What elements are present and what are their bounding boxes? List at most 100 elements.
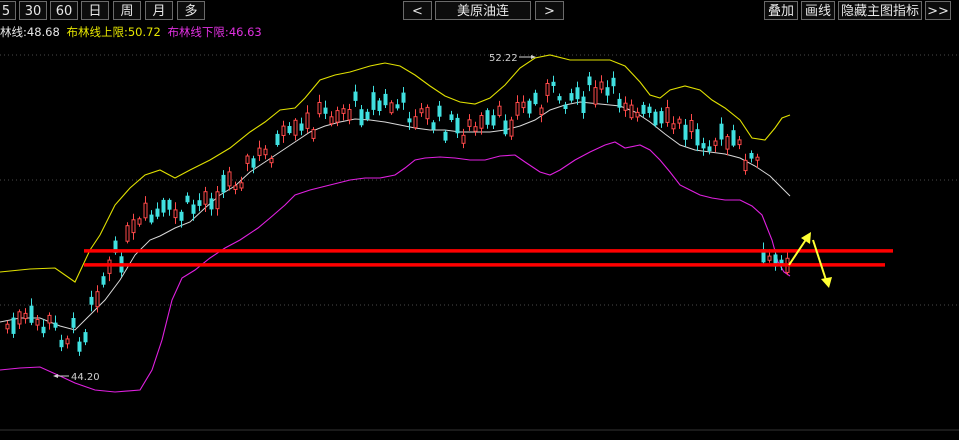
- candle-body: [377, 100, 382, 111]
- candle-body: [737, 139, 742, 146]
- candle-body: [137, 218, 142, 225]
- candle-body: [635, 111, 640, 118]
- candle-body: [455, 117, 460, 134]
- arrow-down-shaft: [812, 239, 827, 281]
- candle-body: [575, 87, 580, 100]
- candle-body: [101, 276, 106, 285]
- candle-body: [401, 92, 406, 103]
- candle-body: [161, 199, 166, 213]
- candle-body: [521, 101, 526, 109]
- candle-body: [353, 91, 358, 101]
- candle-body: [179, 211, 184, 221]
- chart-area: 52.22 44.20: [0, 0, 959, 436]
- low-price-label: 44.20: [71, 372, 100, 383]
- candle-body: [251, 158, 256, 168]
- candle-body: [497, 105, 502, 116]
- candle-body: [203, 191, 208, 205]
- candle-body: [197, 200, 202, 206]
- candle-body: [707, 146, 712, 152]
- candle-body: [143, 202, 148, 219]
- candlestick-chart: 52.22 44.20: [0, 53, 959, 431]
- candle-body: [479, 115, 484, 129]
- candle-body: [719, 123, 724, 140]
- candle-body: [473, 126, 478, 132]
- grid-lines: [0, 54, 959, 431]
- candle-body: [593, 87, 598, 105]
- candle-body: [305, 112, 310, 129]
- candle-body: [725, 136, 730, 150]
- support-lines: [84, 249, 893, 267]
- candle-body: [149, 214, 154, 223]
- lower-band-line: [0, 141, 791, 393]
- candle-body: [191, 204, 196, 214]
- candle-body: [293, 119, 298, 136]
- candle-body: [383, 93, 388, 106]
- candle-body: [659, 111, 664, 124]
- candle-body: [467, 119, 472, 127]
- candle-body: [359, 109, 364, 126]
- candle-body: [11, 317, 16, 334]
- candle-body: [587, 76, 592, 86]
- high-price-label: 52.22: [489, 53, 518, 64]
- candle-body: [371, 92, 376, 110]
- candle-body: [395, 104, 400, 109]
- candle-body: [269, 158, 274, 164]
- candle-body: [77, 341, 82, 352]
- candle-body: [215, 191, 220, 210]
- candle-body: [419, 108, 424, 114]
- candle-body: [689, 120, 694, 133]
- candle-body: [557, 96, 562, 101]
- candle-body: [569, 93, 574, 101]
- candle-body: [365, 111, 370, 120]
- candle-body: [515, 102, 520, 116]
- candle-body: [581, 96, 586, 113]
- candle-body: [341, 108, 346, 114]
- candle-body: [317, 102, 322, 115]
- candle-body: [275, 133, 280, 145]
- candle-body: [155, 208, 160, 217]
- candle-body: [413, 116, 418, 129]
- candle-body: [527, 100, 532, 114]
- candle-body: [491, 115, 496, 126]
- candle-body: [599, 81, 604, 90]
- candle-body: [287, 126, 292, 134]
- candle-body: [209, 198, 214, 210]
- candle-body: [731, 130, 736, 146]
- candle-body: [431, 122, 436, 130]
- candle-body: [509, 119, 514, 137]
- candle-body: [713, 140, 718, 146]
- candle-body: [125, 225, 130, 242]
- candle-body: [281, 125, 286, 136]
- candle-body: [611, 77, 616, 87]
- candle-body: [35, 319, 40, 326]
- candle-body: [563, 104, 568, 109]
- candle-body: [347, 109, 352, 121]
- candle-body: [59, 339, 64, 348]
- candle-body: [617, 98, 622, 108]
- candle-body: [623, 102, 628, 111]
- candle-body: [185, 195, 190, 203]
- candle-body: [311, 129, 316, 139]
- candle-body: [701, 143, 706, 149]
- candle-body: [695, 129, 700, 146]
- mid-band-line: [0, 101, 791, 331]
- candle-body: [323, 107, 328, 114]
- candle-body: [89, 296, 94, 305]
- candle-body: [389, 102, 394, 114]
- candle-body: [257, 147, 262, 156]
- candle-body: [503, 120, 508, 135]
- candle-body: [47, 314, 52, 324]
- candle-body: [221, 174, 226, 193]
- candle-body: [107, 259, 112, 274]
- low-marker-arrow: [53, 374, 58, 378]
- candle-body: [677, 118, 682, 124]
- candle-body: [239, 182, 244, 189]
- candle-body: [23, 312, 28, 320]
- candle-body: [533, 92, 538, 105]
- annotation-arrows: [788, 232, 832, 288]
- candle-body: [437, 105, 442, 117]
- candle-body: [749, 153, 754, 159]
- candle-body: [407, 118, 412, 123]
- candle-body: [95, 291, 100, 308]
- candle-body: [539, 107, 544, 115]
